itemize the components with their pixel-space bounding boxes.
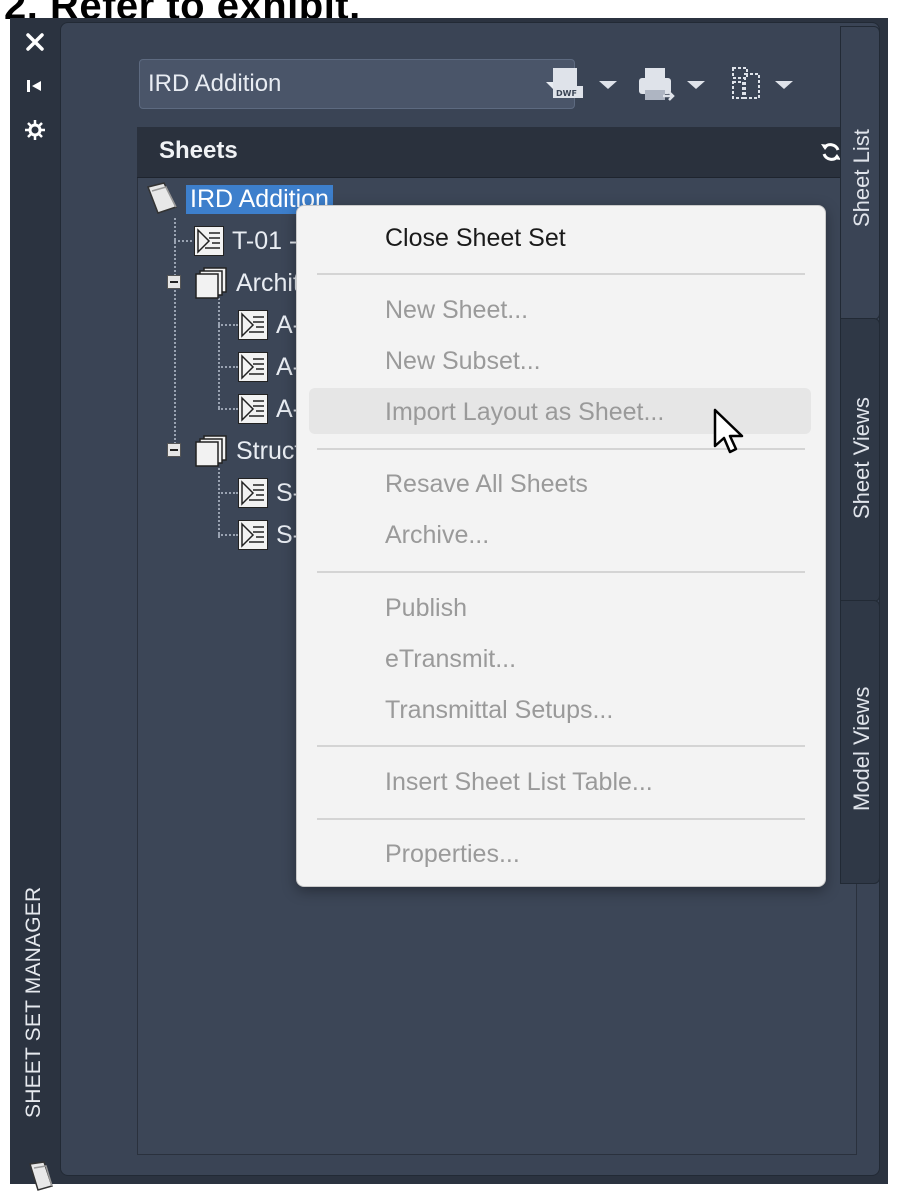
- menu-separator: [317, 818, 805, 820]
- menu-item-resave-all[interactable]: Resave All Sheets: [385, 470, 588, 499]
- auto-hide-button[interactable]: [19, 70, 51, 102]
- menu-item-etransmit[interactable]: eTransmit...: [385, 645, 516, 674]
- menu-item-archive[interactable]: Archive...: [385, 521, 489, 550]
- sheet-icon: [238, 520, 268, 550]
- collapse-architectural-toggle[interactable]: [167, 275, 181, 289]
- menu-item-new-sheet[interactable]: New Sheet...: [385, 296, 528, 325]
- menu-item-publish[interactable]: Publish: [385, 594, 467, 623]
- close-button[interactable]: [19, 26, 51, 58]
- menu-separator: [317, 571, 805, 573]
- menu-separator: [317, 273, 805, 275]
- menu-item-close-sheet-set[interactable]: Close Sheet Set: [385, 224, 566, 253]
- tab-sheet-views[interactable]: Sheet Views: [840, 318, 880, 602]
- sheet-set-icon: [146, 182, 178, 214]
- menu-separator: [317, 745, 805, 747]
- sheet-icon: [238, 310, 268, 340]
- auto-hide-icon: [27, 80, 41, 92]
- printer-icon: [639, 68, 675, 101]
- properties-icon: [25, 120, 45, 140]
- tab-label: Model Views: [849, 686, 874, 811]
- subset-icon: [195, 267, 227, 299]
- dwf-label: DWF: [556, 89, 577, 98]
- chevron-down-icon: [599, 81, 617, 89]
- properties-button[interactable]: [19, 114, 51, 146]
- tab-label: Sheet List: [849, 129, 874, 227]
- menu-item-properties[interactable]: Properties...: [385, 840, 520, 869]
- sheet-icon: [238, 394, 268, 424]
- sheet-set-dropdown[interactable]: IRD Addition: [139, 59, 575, 109]
- side-tabs: Sheet List Sheet Views Model Views: [828, 26, 880, 1176]
- subset-icon: [195, 435, 227, 467]
- page-setup-button[interactable]: [727, 63, 795, 107]
- menu-item-insert-sheet-list-table[interactable]: Insert Sheet List Table...: [385, 768, 653, 797]
- sheet-set-dropdown-value: IRD Addition: [148, 70, 282, 97]
- publish-dwf-icon: DWF: [553, 68, 583, 98]
- chevron-down-icon: [687, 81, 705, 89]
- page-setup-icon: [732, 67, 760, 99]
- publish-dwf-button[interactable]: DWF: [549, 63, 619, 107]
- menu-item-transmittal-setups[interactable]: Transmittal Setups...: [385, 696, 613, 725]
- collapse-structural-toggle[interactable]: [167, 443, 181, 457]
- sheet-icon: [194, 226, 224, 256]
- menu-item-import-layout[interactable]: Import Layout as Sheet...: [385, 398, 664, 427]
- context-menu: Close Sheet Set New Sheet... New Subset.…: [296, 205, 826, 887]
- menu-item-new-subset[interactable]: New Subset...: [385, 347, 541, 376]
- tab-sheet-list[interactable]: Sheet List: [840, 26, 880, 320]
- palette-title-bar: SHEET SET MANAGER: [10, 18, 60, 1191]
- chevron-down-icon: [775, 81, 793, 89]
- sheets-header: Sheets: [137, 127, 855, 178]
- sheet-set-icon: [26, 1160, 56, 1198]
- publish-plotter-button[interactable]: [635, 63, 707, 107]
- tab-label: Sheet Views: [849, 397, 874, 519]
- mouse-cursor-icon: [713, 408, 744, 454]
- tab-model-views[interactable]: Model Views: [840, 600, 880, 884]
- palette-title: SHEET SET MANAGER: [22, 886, 45, 1118]
- close-icon: [26, 33, 44, 51]
- sheet-icon: [238, 478, 268, 508]
- sheets-title: Sheets: [159, 137, 238, 164]
- sheet-icon: [238, 352, 268, 382]
